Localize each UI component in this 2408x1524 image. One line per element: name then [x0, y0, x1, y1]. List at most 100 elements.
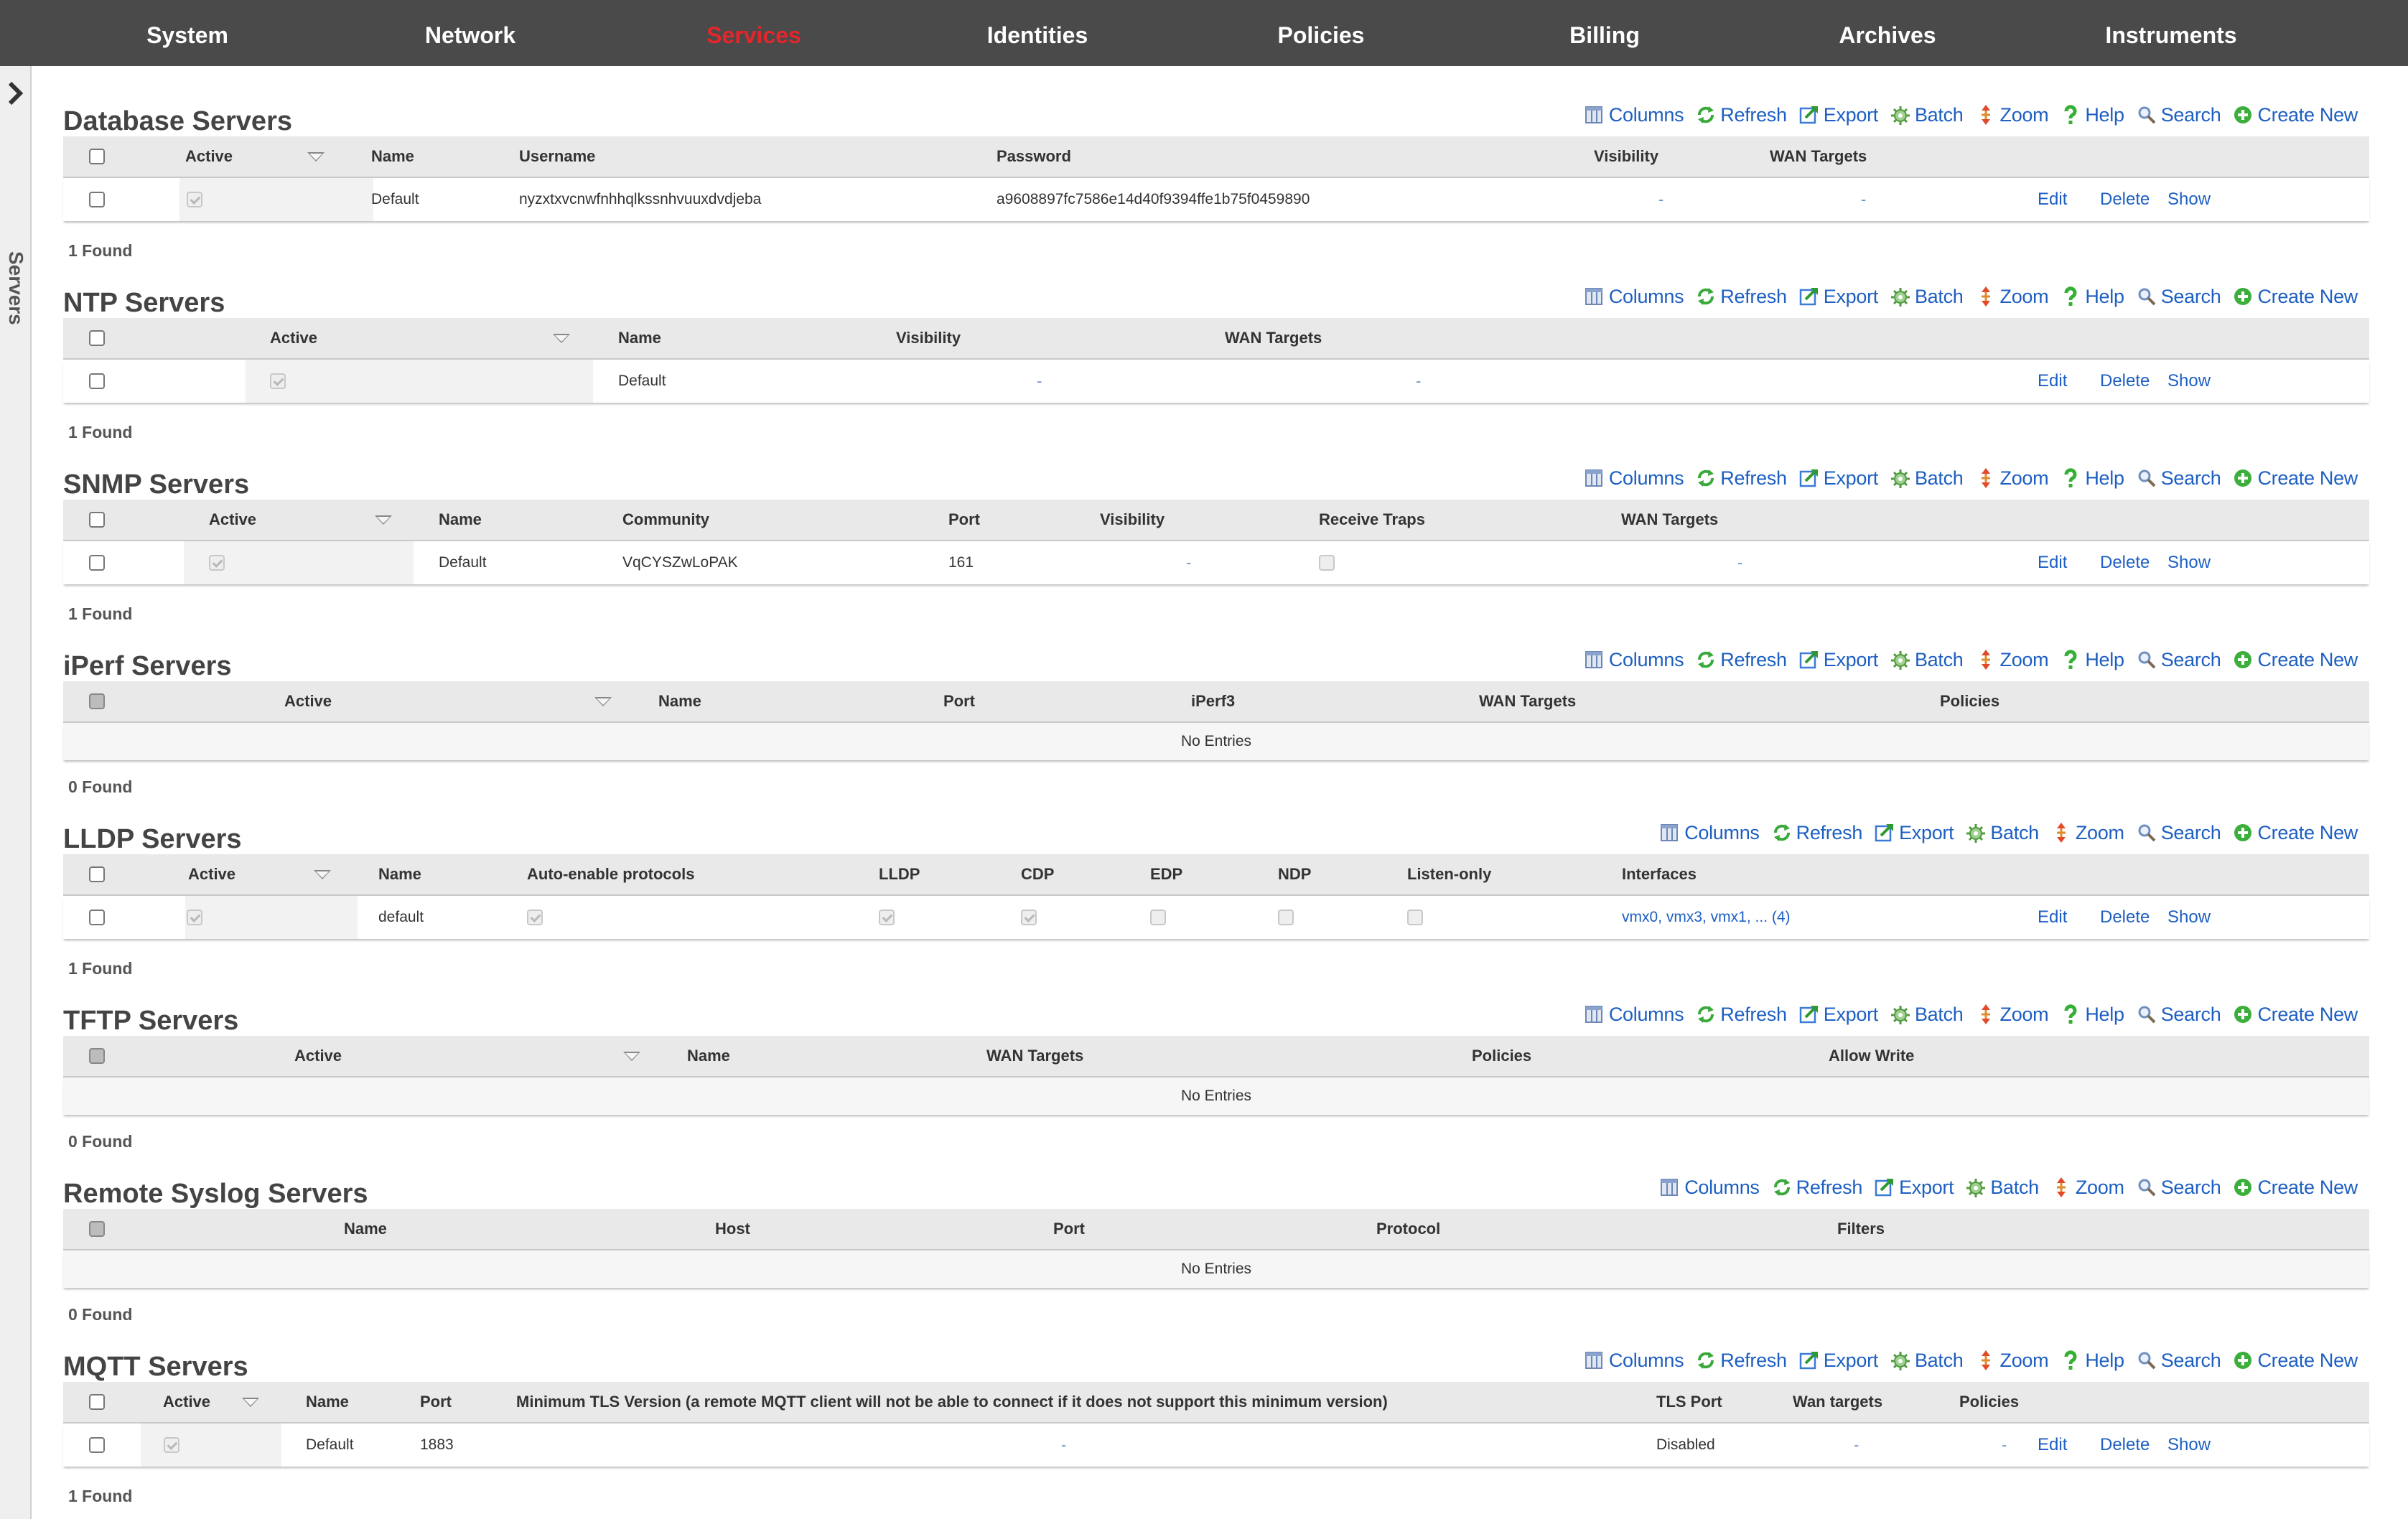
refresh-button[interactable]: Refresh	[1695, 467, 1787, 490]
col-host[interactable]: Host	[715, 1209, 750, 1249]
select-all-checkbox[interactable]	[89, 1221, 105, 1237]
batch-button[interactable]: Batch	[1890, 286, 1964, 308]
show-link[interactable]: Show	[2167, 178, 2211, 221]
col-name[interactable]: Name	[371, 136, 414, 177]
zoom-button[interactable]: Zoom	[1975, 467, 2049, 490]
columns-button[interactable]: Columns	[1584, 467, 1684, 490]
select-all-checkbox[interactable]	[89, 693, 105, 709]
row-checkbox[interactable]	[89, 910, 105, 925]
create-new-button[interactable]: Create New	[2232, 467, 2358, 490]
col-listen-only[interactable]: Listen-only	[1407, 854, 1491, 894]
col-active[interactable]: Active	[284, 681, 332, 721]
export-button[interactable]: Export	[1798, 286, 1878, 308]
col-visibility[interactable]: Visibility	[1594, 136, 1658, 177]
col-policies[interactable]: Policies	[1959, 1382, 2019, 1422]
help-button[interactable]: Help	[2060, 286, 2124, 308]
export-button[interactable]: Export	[1874, 1177, 1954, 1199]
batch-button[interactable]: Batch	[1890, 467, 1964, 490]
nav-network[interactable]: Network	[425, 0, 515, 66]
col-wan-targets[interactable]: WAN Targets	[1770, 136, 1867, 177]
col-policies[interactable]: Policies	[1472, 1036, 1531, 1076]
col-active[interactable]: Active	[270, 318, 317, 358]
col-active[interactable]: Active	[188, 854, 235, 894]
search-button[interactable]: Search	[2136, 104, 2221, 126]
col-interfaces[interactable]: Interfaces	[1622, 854, 1697, 894]
col-filters[interactable]: Filters	[1837, 1209, 1885, 1249]
nav-services[interactable]: Services	[706, 0, 801, 66]
col-port[interactable]: Port	[420, 1382, 452, 1422]
select-all-checkbox[interactable]	[89, 512, 105, 528]
zoom-button[interactable]: Zoom	[1975, 649, 2049, 671]
col-username[interactable]: Username	[519, 136, 595, 177]
col-iperf3[interactable]: iPerf3	[1191, 681, 1235, 721]
col-ndp[interactable]: NDP	[1278, 854, 1311, 894]
col-tls-port[interactable]: TLS Port	[1656, 1382, 1722, 1422]
nav-system[interactable]: System	[146, 0, 228, 66]
col-cdp[interactable]: CDP	[1021, 854, 1054, 894]
col-port[interactable]: Port	[1053, 1209, 1085, 1249]
row-checkbox[interactable]	[89, 192, 105, 207]
col-active[interactable]: Active	[209, 500, 256, 540]
columns-button[interactable]: Columns	[1659, 1177, 1760, 1199]
zoom-button[interactable]: Zoom	[1975, 1004, 2049, 1026]
batch-button[interactable]: Batch	[1890, 104, 1964, 126]
interfaces-link[interactable]: vmx0, vmx3, vmx1, ... (4)	[1622, 896, 1791, 939]
sort-icon[interactable]	[623, 1051, 640, 1061]
search-button[interactable]: Search	[2136, 1350, 2221, 1372]
edit-link[interactable]: Edit	[2038, 178, 2067, 221]
col-active[interactable]: Active	[163, 1382, 210, 1422]
batch-button[interactable]: Batch	[1890, 649, 1964, 671]
col-visibility[interactable]: Visibility	[896, 318, 961, 358]
columns-button[interactable]: Columns	[1584, 286, 1684, 308]
help-button[interactable]: Help	[2060, 467, 2124, 490]
col-edp[interactable]: EDP	[1150, 854, 1182, 894]
zoom-button[interactable]: Zoom	[1975, 104, 2049, 126]
help-button[interactable]: Help	[2060, 1004, 2124, 1026]
refresh-button[interactable]: Refresh	[1695, 286, 1787, 308]
col-wan-targets[interactable]: WAN Targets	[986, 1036, 1083, 1076]
columns-button[interactable]: Columns	[1584, 1350, 1684, 1372]
search-button[interactable]: Search	[2136, 1177, 2221, 1199]
batch-button[interactable]: Batch	[1890, 1004, 1964, 1026]
export-button[interactable]: Export	[1798, 104, 1878, 126]
create-new-button[interactable]: Create New	[2232, 1177, 2358, 1199]
create-new-button[interactable]: Create New	[2232, 1350, 2358, 1372]
columns-button[interactable]: Columns	[1659, 822, 1760, 844]
help-button[interactable]: Help	[2060, 649, 2124, 671]
edit-link[interactable]: Edit	[2038, 360, 2067, 403]
refresh-button[interactable]: Refresh	[1695, 1004, 1787, 1026]
columns-button[interactable]: Columns	[1584, 104, 1684, 126]
sort-icon[interactable]	[553, 333, 570, 343]
columns-button[interactable]: Columns	[1584, 649, 1684, 671]
refresh-button[interactable]: Refresh	[1695, 104, 1787, 126]
zoom-button[interactable]: Zoom	[2050, 1177, 2124, 1199]
delete-link[interactable]: Delete	[2100, 541, 2150, 584]
create-new-button[interactable]: Create New	[2232, 104, 2358, 126]
col-name[interactable]: Name	[306, 1382, 349, 1422]
delete-link[interactable]: Delete	[2100, 360, 2150, 403]
col-auto-enable-protocols[interactable]: Auto-enable protocols	[527, 854, 694, 894]
create-new-button[interactable]: Create New	[2232, 649, 2358, 671]
create-new-button[interactable]: Create New	[2232, 1004, 2358, 1026]
col-receive-traps[interactable]: Receive Traps	[1319, 500, 1425, 540]
search-button[interactable]: Search	[2136, 649, 2221, 671]
export-button[interactable]: Export	[1798, 649, 1878, 671]
batch-button[interactable]: Batch	[1965, 1177, 2039, 1199]
nav-identities[interactable]: Identities	[987, 0, 1088, 66]
col-allow-write[interactable]: Allow Write	[1829, 1036, 1914, 1076]
help-button[interactable]: Help	[2060, 104, 2124, 126]
col-name[interactable]: Name	[618, 318, 661, 358]
show-link[interactable]: Show	[2167, 360, 2211, 403]
create-new-button[interactable]: Create New	[2232, 286, 2358, 308]
show-link[interactable]: Show	[2167, 1424, 2211, 1467]
col-password[interactable]: Password	[997, 136, 1071, 177]
edit-link[interactable]: Edit	[2038, 896, 2067, 939]
refresh-button[interactable]: Refresh	[1771, 822, 1862, 844]
nav-instruments[interactable]: Instruments	[2105, 0, 2236, 66]
col-lldp[interactable]: LLDP	[879, 854, 920, 894]
col-active[interactable]: Active	[294, 1036, 342, 1076]
nav-policies[interactable]: Policies	[1278, 0, 1365, 66]
sort-icon[interactable]	[594, 696, 612, 706]
nav-archives[interactable]: Archives	[1839, 0, 1936, 66]
sort-icon[interactable]	[307, 151, 325, 162]
